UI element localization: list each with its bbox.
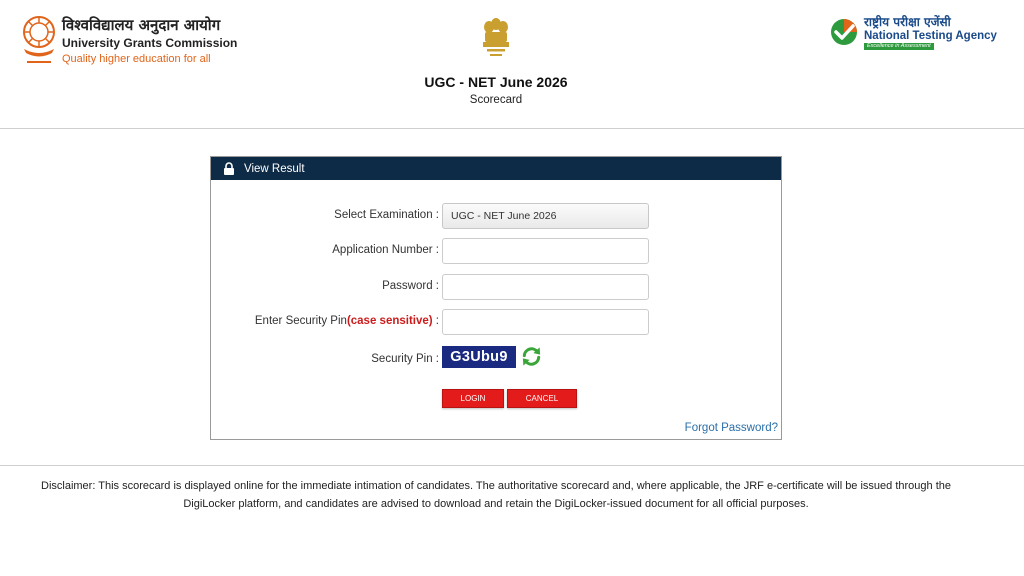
pin-label-prefix: Enter Security Pin	[254, 315, 347, 327]
security-pin-entry-label: Enter Security Pin(case sensitive) :	[255, 315, 439, 327]
page-subtitle: Scorecard	[469, 94, 523, 106]
footer-divider	[0, 465, 1024, 466]
password-label: Password :	[382, 280, 439, 292]
page-header: विश्वविद्यालय अनुदान आयोग University Gra…	[0, 0, 1024, 128]
ugc-logo-icon	[23, 16, 55, 63]
security-pin-row: Security Pin : G3Ubu9	[211, 344, 781, 370]
exam-label: Select Examination :	[334, 209, 439, 221]
nta-badge: Excellence in Assessment	[864, 43, 934, 50]
login-button[interactable]: LOGIN	[442, 389, 504, 408]
cancel-button[interactable]: CANCEL	[507, 389, 577, 408]
lock-icon	[224, 162, 234, 175]
ugc-tagline: Quality higher education for all	[62, 53, 211, 65]
ugc-hindi-name: विश्वविद्यालय अनुदान आयोग	[62, 16, 221, 34]
disclaimer-text: Disclaimer: This scorecard is displayed …	[41, 480, 951, 510]
security-pin-label: Security Pin :	[371, 353, 439, 365]
security-pin-input[interactable]	[442, 309, 649, 335]
application-number-input[interactable]	[442, 238, 649, 264]
page-title-block: UGC - NET June 2026 Scorecard	[0, 73, 992, 108]
exam-select-value: UGC - NET June 2026	[451, 210, 557, 222]
panel-title: View Result	[244, 162, 305, 175]
nta-logo-icon	[831, 19, 857, 45]
security-pin-entry-row: Enter Security Pin(case sensitive) :	[211, 309, 781, 335]
view-result-panel: View Result Select Examination : UGC - N…	[210, 156, 782, 440]
password-row: Password :	[211, 274, 781, 300]
exam-row: Select Examination : UGC - NET June 2026	[211, 203, 781, 229]
button-row: LOGIN CANCEL	[211, 389, 781, 415]
nta-name: National Testing Agency	[864, 30, 997, 42]
case-sensitive-note: (case sensitive)	[346, 315, 433, 327]
pin-label-suffix: :	[432, 315, 439, 327]
forgot-password-link[interactable]: Forgot Password?	[685, 422, 778, 434]
application-number-label: Application Number :	[332, 244, 439, 256]
ugc-branding: विश्वविद्यालय अनुदान आयोग University Gra…	[62, 16, 237, 67]
application-row: Application Number :	[211, 238, 781, 264]
national-emblem-icon	[483, 18, 509, 56]
page-title: UGC - NET June 2026	[424, 74, 568, 90]
ugc-name: University Grants Commission	[62, 36, 238, 50]
captcha-image: G3Ubu9	[442, 346, 516, 368]
header-divider	[0, 128, 1024, 129]
password-input[interactable]	[442, 274, 649, 300]
nta-hindi-name: राष्ट्रीय परीक्षा एजेंसी	[864, 15, 951, 29]
exam-select[interactable]: UGC - NET June 2026	[442, 203, 649, 229]
nta-branding: राष्ट्रीय परीक्षा एजेंसी National Testin…	[864, 15, 997, 61]
refresh-icon[interactable]	[520, 345, 543, 368]
panel-header: View Result	[211, 157, 781, 180]
